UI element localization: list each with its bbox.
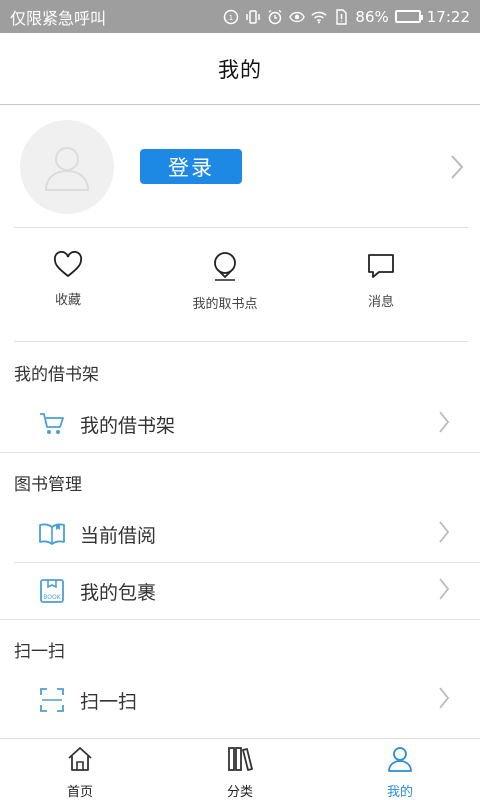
favorites-label: 收藏 [54,293,81,308]
status-bar: 仅限紧急呼叫 1 86% 17:22 [0,0,480,33]
divider [14,341,468,342]
chevron-right-icon [438,410,450,438]
alarm-icon [267,9,283,25]
hd-icon: 1 [223,9,239,25]
pickup-point-label: 我的取书点 [192,297,258,312]
chevron-right-icon [438,520,450,548]
tab-mine[interactable]: 我的 [340,745,460,800]
pickup-point-button[interactable]: 我的取书点 [165,251,285,312]
list-item-scan[interactable]: 扫一扫 [0,672,480,728]
list-item-bookshelf[interactable]: 我的借书架 [0,396,480,452]
section-title-scan: 扫一扫 [14,642,65,662]
books-icon [226,745,254,777]
messages-button[interactable]: 消息 [321,251,441,310]
user-icon [386,745,414,777]
list-item-current-borrowing[interactable]: 当前借阅 [0,506,480,562]
wifi-icon [311,9,328,25]
status-icons: 1 86% 17:22 [223,8,470,26]
svg-text:1: 1 [229,14,233,22]
profile-card[interactable]: 登录 [0,106,480,228]
tab-home[interactable]: 首页 [20,745,140,800]
eye-icon [289,9,306,25]
vibrate-icon [245,9,261,25]
chevron-right-icon [438,577,450,605]
quick-actions: 收藏 我的取书点 消息 [0,229,480,341]
section-title-book-management: 图书管理 [14,475,82,495]
chat-bubble-icon [366,251,396,285]
divider [0,619,480,620]
divider [0,452,480,453]
user-avatar-icon[interactable] [20,120,114,214]
bottom-nav: 首页 分类 我的 [0,738,480,800]
heart-icon [53,250,83,283]
cart-icon [38,410,66,438]
chevron-right-icon [438,686,450,714]
package-box-label: BOOK [43,594,61,601]
login-button[interactable]: 登录 [140,149,242,184]
tab-home-label: 首页 [66,785,93,800]
tab-category[interactable]: 分类 [180,745,300,800]
open-book-icon [38,520,66,548]
battery-percent: 86% [355,7,389,26]
location-pin-icon [211,251,239,287]
scan-frame-icon [38,686,66,714]
page-title: 我的 [218,57,262,82]
favorites-button[interactable]: 收藏 [8,250,128,308]
carrier-text: 仅限紧急呼叫 [10,8,107,28]
tab-category-label: 分类 [226,785,253,800]
page-header: 我的 [0,33,480,105]
list-item-label: 我的借书架 [80,414,176,437]
battery-icon [394,10,423,23]
package-box-icon: BOOK [38,577,66,605]
home-icon [66,745,94,777]
list-item-label: 我的包裹 [80,581,157,604]
list-item-label: 扫一扫 [80,690,138,713]
chevron-right-icon[interactable] [450,154,464,184]
list-item-label: 当前借阅 [80,524,157,547]
section-title-bookshelf: 我的借书架 [14,365,99,385]
tab-mine-label: 我的 [386,785,413,800]
clock-time: 17:22 [426,7,470,26]
messages-label: 消息 [367,295,394,310]
sim-icon [333,8,349,25]
list-item-my-package[interactable]: BOOK 我的包裹 [0,563,480,619]
divider [14,227,468,228]
